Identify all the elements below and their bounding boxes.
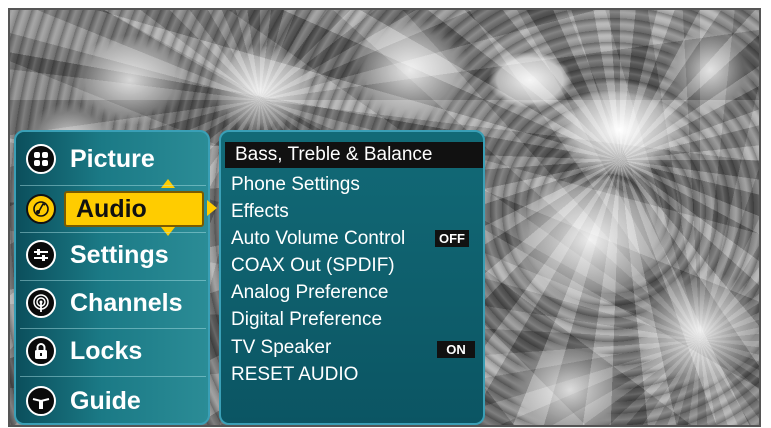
menu-item-label: Picture (70, 144, 155, 173)
submenu-item-phone-settings[interactable]: Phone Settings (231, 172, 360, 198)
menu-item-label: Audio (76, 194, 147, 223)
submenu-item-coax-out[interactable]: COAX Out (SPDIF) (231, 253, 395, 279)
submenu-item-label: Analog Preference (231, 282, 389, 303)
menu-item-channels[interactable]: Channels (20, 280, 208, 326)
submenu-item-label: Effects (231, 201, 289, 222)
submenu-item-digital-preference[interactable]: Digital Preference (231, 307, 382, 333)
tv-screen: Picture Audio Settings Channels Locks Gu… (0, 0, 771, 428)
menu-item-label: Locks (70, 336, 143, 365)
menu-item-label: Channels (70, 288, 183, 317)
submenu-item-label: COAX Out (SPDIF) (231, 255, 395, 276)
menu-item-guide[interactable]: Guide (20, 378, 208, 424)
submenu-item-reset-audio[interactable]: RESET AUDIO (231, 362, 358, 388)
main-menu: Picture Audio Settings Channels Locks Gu… (14, 130, 217, 425)
lock-icon (26, 336, 56, 366)
submenu-item-label: Auto Volume Control (231, 228, 406, 249)
divider (20, 376, 206, 377)
guide-icon (26, 386, 56, 416)
submenu-item-label: TV Speaker (231, 337, 332, 358)
submenu-item-label: RESET AUDIO (231, 364, 359, 385)
menu-item-label: Settings (70, 240, 169, 269)
audio-note-icon (26, 194, 56, 224)
menu-item-settings[interactable]: Settings (20, 232, 208, 278)
status-badge-on: ON (437, 341, 475, 358)
submenu-item-label: Digital Preference (231, 309, 383, 330)
arrow-right-icon (207, 200, 217, 216)
submenu-item-auto-volume-control[interactable]: Auto Volume Control (231, 226, 405, 252)
antenna-icon (26, 288, 56, 318)
submenu-item-label: Bass, Treble & Balance (235, 144, 433, 165)
submenu-item-analog-preference[interactable]: Analog Preference (231, 280, 388, 306)
menu-item-picture[interactable]: Picture (20, 136, 208, 182)
menu-item-audio[interactable]: Audio (20, 186, 208, 232)
menu-item-locks[interactable]: Locks (20, 328, 208, 374)
submenu-item-label: Phone Settings (231, 174, 360, 195)
picture-grid-icon (26, 144, 56, 174)
submenu-item-tv-speaker[interactable]: TV Speaker (231, 335, 331, 361)
audio-submenu: Bass, Treble & Balance Phone Settings Ef… (219, 130, 485, 425)
menu-item-label: Guide (70, 386, 141, 415)
submenu-item-bass-treble-balance[interactable]: Bass, Treble & Balance (225, 142, 483, 168)
settings-sliders-icon (26, 240, 56, 270)
submenu-item-effects[interactable]: Effects (231, 199, 289, 225)
status-badge-off: OFF (435, 230, 469, 247)
